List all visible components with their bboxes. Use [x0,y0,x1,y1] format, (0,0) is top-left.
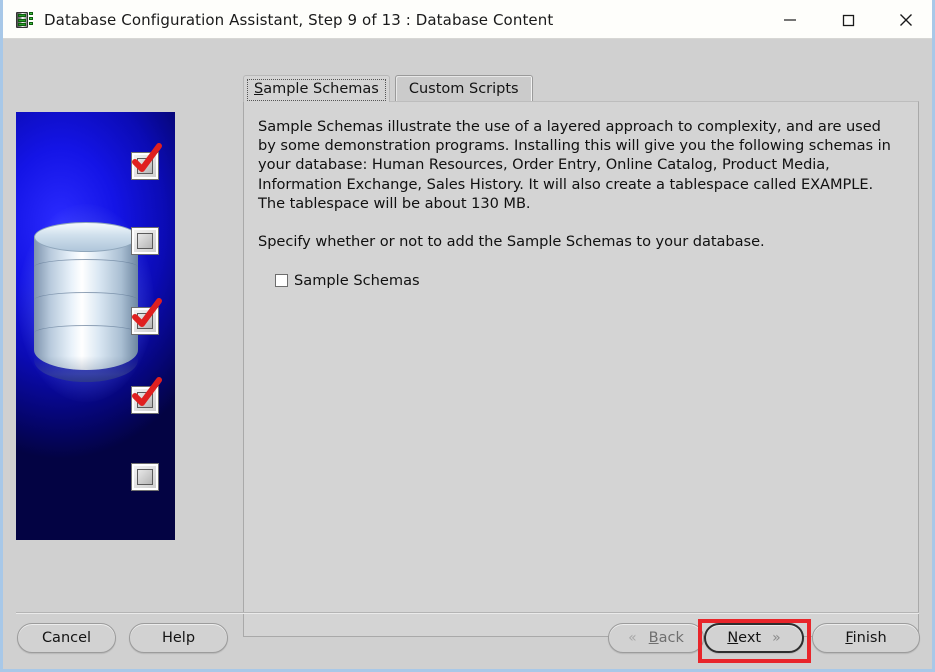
minimize-icon[interactable] [761,0,819,39]
sidebar-checkbox-icon-unchecked [132,228,158,254]
tab-custom-scripts-label: Custom Scripts [408,81,519,97]
sidebar-checkbox-icon-unchecked [132,464,158,490]
description-paragraph-1: Sample Schemas illustrate the use of a l… [258,118,891,212]
cancel-button-label: Cancel [41,630,92,646]
help-button[interactable]: Help [129,623,228,653]
window-body: Sample Schemas Custom Scripts Sample Sch… [3,39,932,669]
tab-custom-scripts[interactable]: Custom Scripts [394,75,533,102]
sidebar-checkbox-icon-checked [132,298,162,334]
next-button[interactable]: Next » [704,623,804,653]
content-panel: Sample Schemas illustrate the use of a l… [243,101,919,637]
back-button-label: ack [658,630,684,646]
back-button[interactable]: « Back [608,623,704,653]
sidebar-checkbox-icon-checked [132,377,162,413]
description-paragraph-2: Specify whether or not to add the Sample… [258,233,765,251]
title-bar-left: Database Configuration Assistant, Step 9… [16,0,553,39]
close-icon[interactable] [877,0,932,39]
window-title: Database Configuration Assistant, Step 9… [44,10,554,29]
footer-button-bar: Cancel Help « Back Next » Finish [3,619,932,669]
back-button-mnemonic: B [648,630,659,646]
window-controls [761,0,932,39]
maximize-icon[interactable] [819,0,877,39]
database-cylinder-illustration [18,204,154,402]
finish-button-label: inish [852,630,887,646]
chevron-left-icon: « [628,630,637,646]
database-server-icon [16,11,34,29]
sample-schemas-checkbox-label: Sample Schemas [294,272,420,290]
next-button-mnemonic: N [727,630,739,646]
finish-button-mnemonic: F [845,630,853,646]
sidebar-checkbox-icon-checked [132,143,162,179]
wizard-sidebar-graphic [16,112,175,540]
application-window: Database Configuration Assistant, Step 9… [0,0,935,672]
help-button-label: Help [161,630,196,646]
tab-sample-schemas-label: ample Schemas [263,81,379,97]
sample-schemas-checkbox[interactable] [275,274,288,288]
tab-sample-schemas[interactable]: Sample Schemas [243,75,390,102]
cancel-button[interactable]: Cancel [17,623,116,653]
tab-sample-schemas-mnemonic: S [254,81,264,97]
title-bar: Database Configuration Assistant, Step 9… [3,0,932,39]
chevron-right-icon: » [772,630,781,646]
sample-schemas-checkbox-row[interactable]: Sample Schemas [275,272,420,289]
next-button-label: ext [738,630,762,646]
footer-divider [16,612,919,614]
tab-bar: Sample Schemas Custom Scripts [243,75,533,102]
finish-button[interactable]: Finish [812,623,920,653]
